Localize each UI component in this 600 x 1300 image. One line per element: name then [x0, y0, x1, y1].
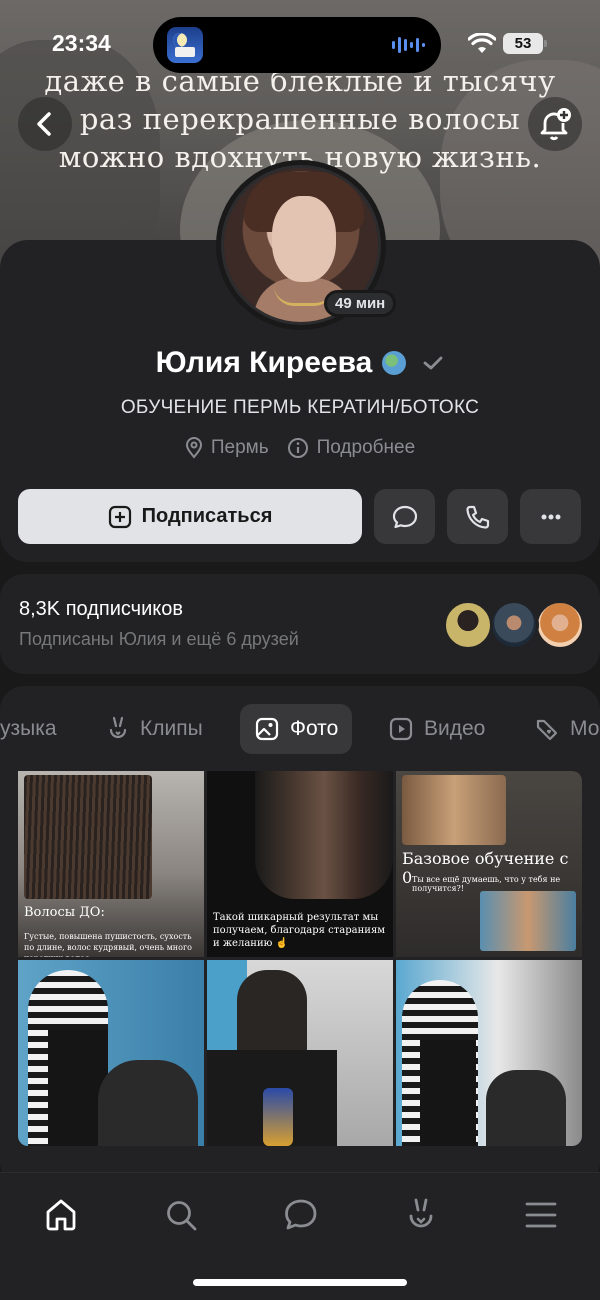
nav-menu[interactable]	[521, 1195, 561, 1235]
friend-avatar	[535, 600, 585, 650]
nav-home[interactable]	[41, 1195, 81, 1235]
chevron-left-icon	[37, 112, 51, 136]
tab-photo[interactable]: Фото	[240, 704, 353, 754]
photo-thumbnail[interactable]: Такой шикарный результат мы получаем, бл…	[207, 771, 393, 957]
followers-card[interactable]: 8,3K подписчиков Подписаны Юлия и ещё 6 …	[0, 574, 600, 674]
photo-caption: Такой шикарный результат мы получаем, бл…	[213, 912, 386, 949]
tab-label: Видео	[424, 717, 486, 740]
market-icon	[536, 719, 558, 741]
photo-subcaption: Густые, повышена пушистость, сухость по …	[24, 932, 192, 957]
tab-market[interactable]: Мо	[520, 704, 600, 754]
globe-emoji-icon[interactable]	[382, 351, 407, 375]
friend-avatar	[489, 600, 539, 650]
tab-video[interactable]: Видео	[374, 704, 499, 754]
more-actions-button[interactable]	[520, 489, 581, 544]
friends-avatars	[443, 600, 585, 650]
notifications-subscribe-button[interactable]	[528, 97, 582, 151]
message-icon	[392, 505, 417, 528]
call-button[interactable]	[447, 489, 508, 544]
tab-label: Клипы	[140, 717, 203, 740]
photo-thumbnail[interactable]	[207, 960, 393, 1146]
video-icon	[389, 717, 413, 741]
profile-meta: Пермь Подробнее	[0, 437, 600, 459]
subscribe-label: Подписаться	[141, 505, 273, 527]
home-indicator	[193, 1279, 407, 1286]
photo-thumbnail[interactable]: Волосы ДО: Густые, повышена пушистость, …	[18, 771, 204, 957]
dynamic-island	[153, 17, 441, 73]
clips-icon	[409, 1198, 433, 1228]
tab-clips[interactable]: Клипы	[92, 704, 217, 754]
city-label: Пермь	[210, 437, 269, 458]
message-button[interactable]	[374, 489, 435, 544]
photo-thumbnail[interactable]	[18, 960, 204, 1146]
subscribe-button[interactable]: Подписаться	[18, 489, 362, 544]
home-icon	[46, 1199, 76, 1231]
city-link[interactable]: Пермь	[185, 437, 269, 459]
wifi-icon	[468, 33, 496, 53]
profile-actions: Подписаться	[18, 489, 581, 544]
phone-icon	[465, 505, 489, 529]
verified-check-icon	[423, 356, 443, 370]
profile-name-row: Юлия Киреева	[0, 346, 600, 380]
tab-label: Мо	[570, 717, 600, 740]
info-icon	[287, 438, 308, 458]
more-dots-icon	[541, 514, 560, 519]
plus-square-icon	[108, 505, 131, 528]
status-bar: 23:34 53	[0, 0, 600, 90]
profile-name: Юлия Киреева	[155, 346, 373, 379]
tab-label: Фото	[290, 717, 339, 740]
messages-icon	[285, 1199, 317, 1230]
media-tabs: узыка Клипы Фото Видео Мо	[0, 704, 600, 754]
tab-label: узыка	[0, 717, 57, 740]
cover-text-line: раз перекрашенные волосы	[79, 102, 521, 136]
nav-search[interactable]	[161, 1195, 201, 1235]
tab-music[interactable]: узыка	[0, 704, 71, 754]
menu-icon	[525, 1202, 557, 1228]
profile-status: ОБУЧЕНИЕ ПЕРМЬ КЕРАТИН/БОТОКС	[120, 397, 480, 418]
friend-avatar	[443, 600, 493, 650]
photo-thumbnail[interactable]	[396, 960, 582, 1146]
back-button[interactable]	[18, 97, 72, 151]
location-pin-icon	[185, 437, 202, 459]
photo-caption: Волосы ДО:	[24, 905, 105, 920]
search-icon	[167, 1201, 197, 1231]
online-status-badge: 49 мин	[324, 290, 397, 317]
status-time: 23:34	[52, 30, 111, 56]
battery-indicator: 53	[503, 33, 547, 54]
audio-wave-icon	[392, 37, 425, 53]
followers-friends: Подписаны Юлия и ещё 6 друзей	[19, 629, 299, 649]
clips-icon	[109, 716, 127, 739]
followers-count: 8,3K подписчиков	[19, 598, 183, 620]
photo-thumbnail[interactable]: Базовое обучение с 0 Ты все ещё думаешь,…	[396, 771, 582, 957]
more-info-label: Подробнее	[316, 437, 416, 458]
nav-clips[interactable]	[401, 1195, 441, 1235]
media-section: узыка Клипы Фото Видео Мо Волосы ДО: Гус…	[0, 686, 600, 1186]
photo-icon	[255, 717, 279, 741]
bell-plus-icon	[540, 108, 571, 141]
app-icon	[167, 27, 203, 63]
more-info-link[interactable]: Подробнее	[287, 437, 416, 459]
nav-messages[interactable]	[281, 1195, 321, 1235]
